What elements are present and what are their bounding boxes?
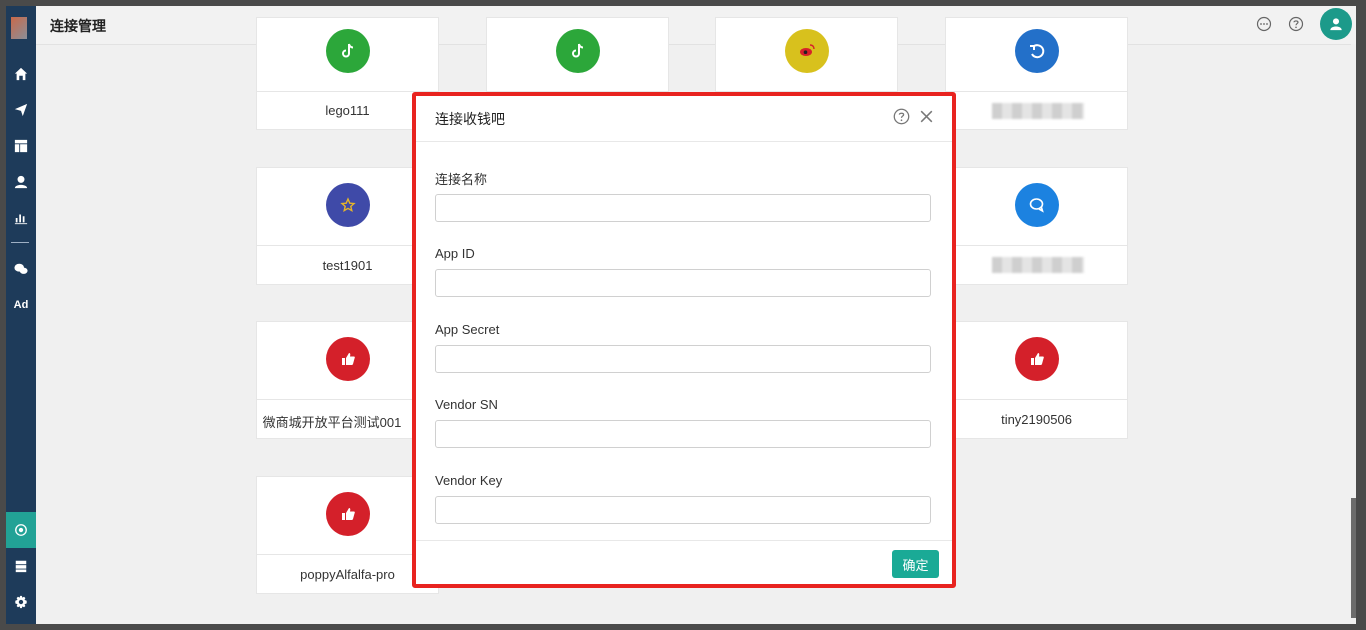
dialog-header: 连接收钱吧 xyxy=(416,96,952,142)
app-secret-label: App Secret xyxy=(435,322,500,337)
app-id-label: App ID xyxy=(435,246,475,261)
chat-bubble-icon xyxy=(1015,183,1059,227)
thumbs-up-icon xyxy=(326,337,370,381)
top-header: 连接管理 xyxy=(36,6,1356,45)
card-name: lego111 xyxy=(325,103,370,118)
vendor-sn-label: Vendor SN xyxy=(435,397,498,412)
vendor-key-input[interactable] xyxy=(435,496,931,524)
card-name: test1901 xyxy=(322,258,373,273)
help-icon[interactable] xyxy=(1288,16,1304,32)
card-name: 微商城开放平台测试001 xyxy=(262,415,402,430)
vendor-sn-input[interactable] xyxy=(435,420,931,448)
card-icon-area xyxy=(257,477,438,555)
card-icon-area xyxy=(487,18,668,92)
app-id-input[interactable] xyxy=(435,269,931,297)
page-scrollbar[interactable] xyxy=(1351,44,1356,624)
bar-chart-icon[interactable] xyxy=(9,206,33,230)
scrollbar-thumb[interactable] xyxy=(1351,498,1356,618)
weibo-icon xyxy=(785,29,829,73)
vendor-key-label: Vendor Key xyxy=(435,473,503,488)
connection-card[interactable]: tiny2190506 xyxy=(945,321,1128,439)
send-icon[interactable] xyxy=(9,98,33,122)
connection-name-label: 连接名称 xyxy=(435,172,488,187)
connect-dialog: 连接收钱吧 连接名称 App ID App Secret Vendor SN V… xyxy=(416,96,952,584)
card-icon-area xyxy=(946,168,1127,246)
sidebar-divider xyxy=(11,242,29,243)
app-window: Ad 连接管理 lego111 test1901 微商城开放平台测试001 ti… xyxy=(6,6,1356,624)
blurred-card-name xyxy=(992,103,1084,119)
ad-menu-item[interactable]: Ad xyxy=(9,293,33,317)
chat-icon[interactable] xyxy=(1256,16,1272,32)
ad-label: Ad xyxy=(13,299,29,311)
sidebar: Ad xyxy=(6,6,36,624)
app-secret-input[interactable] xyxy=(435,345,931,373)
thumbs-up-icon xyxy=(1015,337,1059,381)
dialog-title: 连接收钱吧 xyxy=(435,111,505,127)
card-icon-area xyxy=(946,18,1127,92)
connection-card[interactable] xyxy=(945,167,1128,285)
card-icon-area xyxy=(946,322,1127,400)
card-icon-area xyxy=(716,18,897,92)
close-icon[interactable] xyxy=(918,108,935,125)
card-icon-area xyxy=(257,322,438,400)
dialog-footer-divider xyxy=(416,540,952,541)
user-avatar-icon[interactable] xyxy=(1320,8,1352,40)
refresh-icon xyxy=(1015,29,1059,73)
thumbs-up-icon xyxy=(326,492,370,536)
card-icon-area xyxy=(257,168,438,246)
layout-icon[interactable] xyxy=(9,134,33,158)
star-icon xyxy=(326,183,370,227)
connection-card[interactable] xyxy=(945,17,1128,130)
wechat-icon[interactable] xyxy=(9,257,33,281)
blurred-card-name xyxy=(992,257,1084,273)
card-name: tiny2190506 xyxy=(1001,412,1072,427)
tiktok-icon xyxy=(326,29,370,73)
page-title: 连接管理 xyxy=(50,18,106,34)
user-icon[interactable] xyxy=(9,170,33,194)
dialog-help-icon[interactable] xyxy=(893,108,910,125)
app-logo xyxy=(11,17,27,39)
home-icon[interactable] xyxy=(9,62,33,86)
connection-name-input[interactable] xyxy=(435,194,931,222)
confirm-button[interactable]: 确定 xyxy=(892,550,939,578)
hub-icon[interactable] xyxy=(9,518,33,542)
gear-icon[interactable] xyxy=(9,590,33,614)
card-icon-area xyxy=(257,18,438,92)
server-icon[interactable] xyxy=(9,554,33,578)
tiktok-icon xyxy=(556,29,600,73)
card-name: poppyAlfalfa-pro xyxy=(300,567,395,582)
